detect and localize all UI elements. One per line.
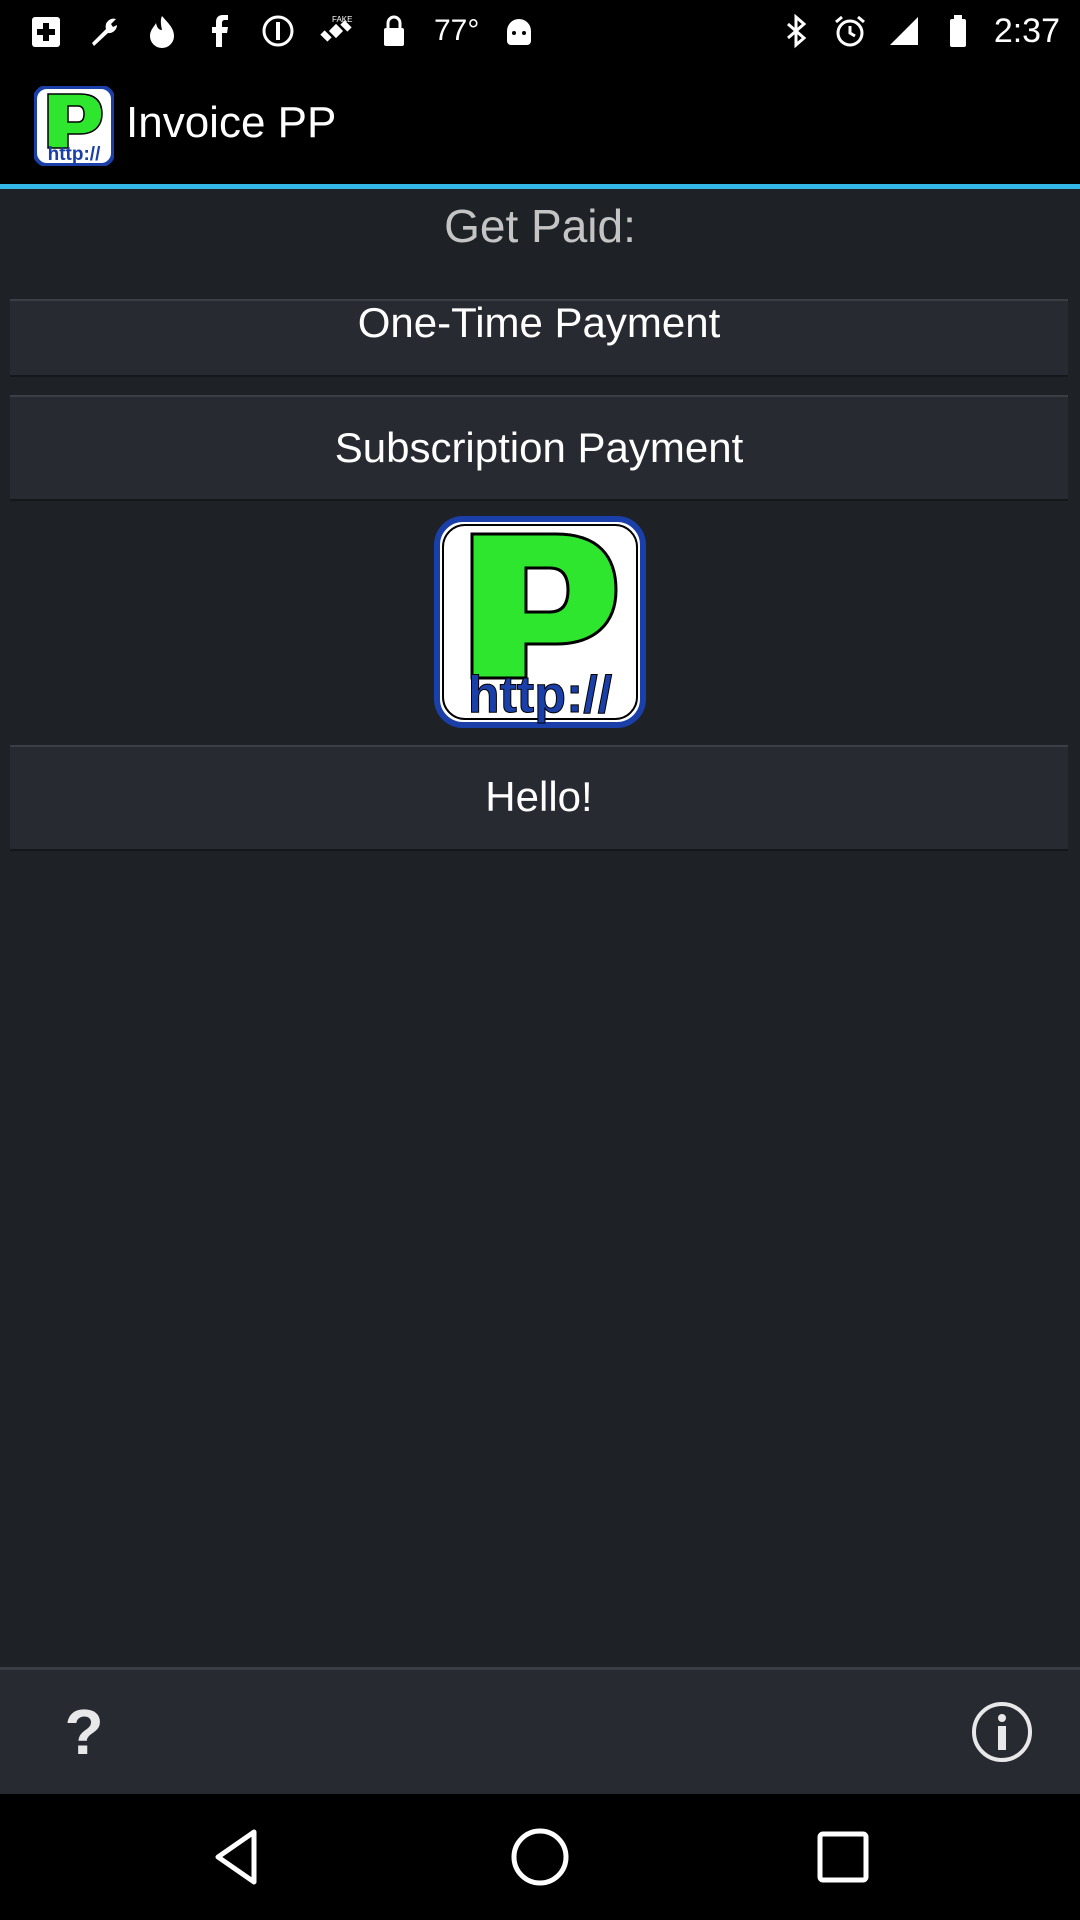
bottom-toolbar: ? — [0, 1670, 1080, 1794]
app-bar: http:// Invoice PP — [0, 62, 1080, 184]
fake-gps-satellite-icon: FAKE — [318, 13, 354, 49]
app-logo-subtext: http:// — [48, 144, 101, 165]
battery-icon — [940, 13, 976, 49]
back-triangle-icon[interactable] — [204, 1824, 270, 1890]
alarm-icon — [832, 13, 868, 49]
one-time-payment-label: One-Time Payment — [357, 299, 721, 346]
status-temperature: 77° — [434, 14, 480, 47]
app-title: Invoice PP — [126, 98, 337, 147]
signal-icon — [886, 13, 922, 49]
minus-circle-icon — [260, 13, 296, 49]
android-icon — [501, 13, 537, 49]
plus-box-icon — [28, 13, 64, 49]
center-logo-subtext: http:// — [468, 666, 612, 724]
subscription-payment-button[interactable]: Subscription Payment — [10, 395, 1068, 501]
screen: FAKE 77° 2:37 http:// Invoice PP Get Pai… — [0, 0, 1080, 1920]
help-button[interactable]: ? — [44, 1692, 124, 1772]
status-time: 2:37 — [993, 11, 1060, 50]
center-logo-icon: http:// — [434, 516, 646, 728]
hello-button[interactable]: Hello! — [10, 745, 1068, 851]
wrench-icon — [86, 13, 122, 49]
svg-text:FAKE: FAKE — [332, 15, 352, 24]
lock-icon — [376, 13, 412, 49]
question-mark-icon: ? — [64, 1696, 104, 1768]
home-circle-icon[interactable] — [507, 1824, 573, 1890]
get-paid-heading: Get Paid: — [444, 200, 636, 252]
status-right-icons: 2:37 — [778, 0, 1060, 62]
status-bar: FAKE 77° 2:37 — [0, 0, 1080, 62]
recent-square-icon[interactable] — [810, 1824, 876, 1890]
navigation-bar — [0, 1794, 1080, 1920]
flame-icon — [144, 13, 180, 49]
status-left-icons: FAKE 77° — [28, 0, 537, 62]
facebook-icon — [202, 13, 238, 49]
bluetooth-icon — [778, 13, 814, 49]
main-content: Get Paid: One-Time Payment Subscription … — [0, 189, 1080, 1669]
info-icon[interactable] — [970, 1700, 1034, 1764]
app-logo-icon[interactable]: http:// — [34, 86, 114, 166]
one-time-payment-button[interactable]: One-Time Payment — [10, 299, 1068, 377]
